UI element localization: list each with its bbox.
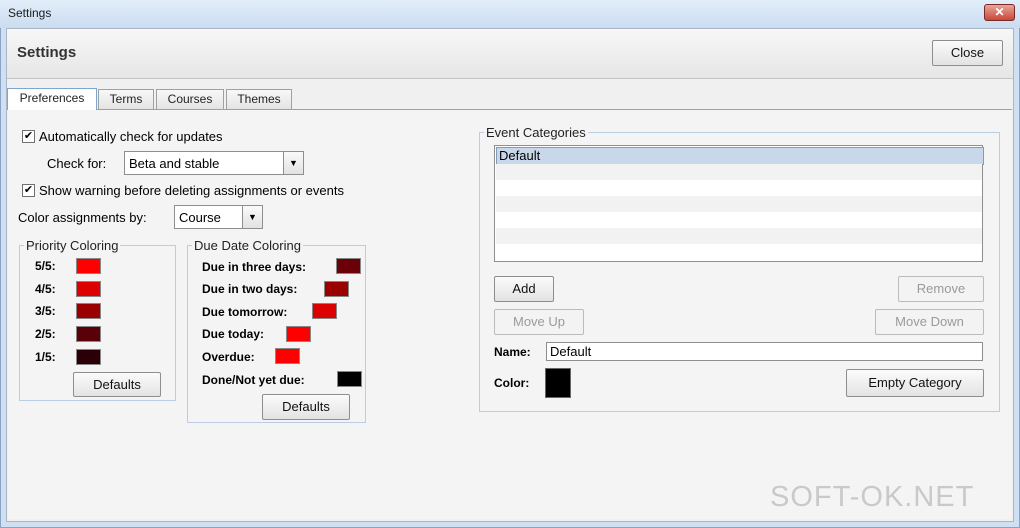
due-date-swatch[interactable] bbox=[286, 326, 311, 342]
auto-update-label: Automatically check for updates bbox=[39, 129, 223, 144]
tab-preferences[interactable]: Preferences bbox=[7, 88, 97, 110]
page-title: Settings bbox=[17, 44, 77, 61]
list-item bbox=[496, 164, 982, 180]
check-for-select[interactable]: Beta and stable ▼ bbox=[124, 151, 304, 175]
window-title: Settings bbox=[8, 6, 52, 20]
move-up-button[interactable]: Move Up bbox=[494, 309, 584, 335]
empty-category-button[interactable]: Empty Category bbox=[846, 369, 984, 397]
priority-label: 3/5: bbox=[35, 304, 56, 318]
auto-update-checkbox[interactable]: ✔ bbox=[22, 130, 35, 143]
warn-delete-checkbox[interactable]: ✔ bbox=[22, 184, 35, 197]
color-by-select[interactable]: Course ▼ bbox=[174, 205, 263, 229]
category-list[interactable]: Default bbox=[494, 145, 984, 262]
due-date-label: Overdue: bbox=[202, 350, 255, 364]
due-date-swatch[interactable] bbox=[336, 258, 361, 274]
list-item bbox=[496, 212, 982, 228]
due-date-label: Due in two days: bbox=[202, 282, 298, 296]
category-color-swatch[interactable] bbox=[545, 368, 571, 398]
priority-label: 5/5: bbox=[35, 259, 56, 273]
check-for-value: Beta and stable bbox=[129, 156, 220, 171]
check-for-label: Check for: bbox=[47, 156, 107, 171]
remove-button[interactable]: Remove bbox=[898, 276, 984, 302]
due-date-swatch[interactable] bbox=[324, 281, 349, 297]
due-date-swatch[interactable] bbox=[275, 348, 300, 364]
due-date-label: Due in three days: bbox=[202, 260, 307, 274]
priority-swatch[interactable] bbox=[76, 349, 101, 365]
due-date-swatch[interactable] bbox=[312, 303, 337, 319]
due-date-label: Due tomorrow: bbox=[202, 305, 288, 319]
warn-delete-label: Show warning before deleting assignments… bbox=[39, 183, 344, 198]
tab-themes[interactable]: Themes bbox=[226, 89, 292, 109]
tab-terms[interactable]: Terms bbox=[98, 89, 154, 109]
chevron-down-icon[interactable]: ▼ bbox=[242, 206, 262, 228]
due-date-defaults-button[interactable]: Defaults bbox=[262, 394, 350, 420]
name-input[interactable]: Default bbox=[546, 342, 983, 361]
color-by-value: Course bbox=[179, 210, 221, 225]
due-date-coloring-title: Due Date Coloring bbox=[194, 238, 301, 253]
due-date-label: Due today: bbox=[202, 327, 265, 341]
priority-swatch[interactable] bbox=[76, 281, 101, 297]
header-bar bbox=[7, 29, 1013, 79]
priority-coloring-title: Priority Coloring bbox=[26, 238, 119, 253]
priority-label: 1/5: bbox=[35, 350, 56, 364]
priority-label: 2/5: bbox=[35, 327, 56, 341]
color-label: Color: bbox=[494, 376, 530, 390]
name-label: Name: bbox=[494, 345, 531, 359]
list-item bbox=[496, 228, 982, 244]
list-item bbox=[496, 180, 982, 196]
tab-courses[interactable]: Courses bbox=[156, 89, 224, 109]
priority-swatch[interactable] bbox=[76, 326, 101, 342]
event-categories-title: Event Categories bbox=[486, 125, 586, 140]
priority-swatch[interactable] bbox=[76, 303, 101, 319]
priority-defaults-button[interactable]: Defaults bbox=[73, 372, 161, 397]
list-item[interactable]: Default bbox=[496, 147, 984, 165]
due-date-swatch[interactable] bbox=[337, 371, 362, 387]
chevron-down-icon[interactable]: ▼ bbox=[283, 152, 303, 174]
name-input-value: Default bbox=[550, 344, 592, 359]
list-item bbox=[496, 244, 982, 260]
due-date-label: Done/Not yet due: bbox=[202, 373, 305, 387]
watermark: SOFT-OK.NET bbox=[770, 481, 975, 513]
color-by-label: Color assignments by: bbox=[18, 210, 147, 225]
priority-label: 4/5: bbox=[35, 282, 56, 296]
list-item bbox=[496, 196, 982, 212]
add-button[interactable]: Add bbox=[494, 276, 554, 302]
title-bar bbox=[0, 0, 1020, 28]
window-close-icon[interactable]: ✕ bbox=[984, 4, 1015, 21]
move-down-button[interactable]: Move Down bbox=[875, 309, 984, 335]
close-button[interactable]: Close bbox=[932, 40, 1003, 66]
category-item-label: Default bbox=[499, 148, 541, 163]
priority-swatch[interactable] bbox=[76, 258, 101, 274]
